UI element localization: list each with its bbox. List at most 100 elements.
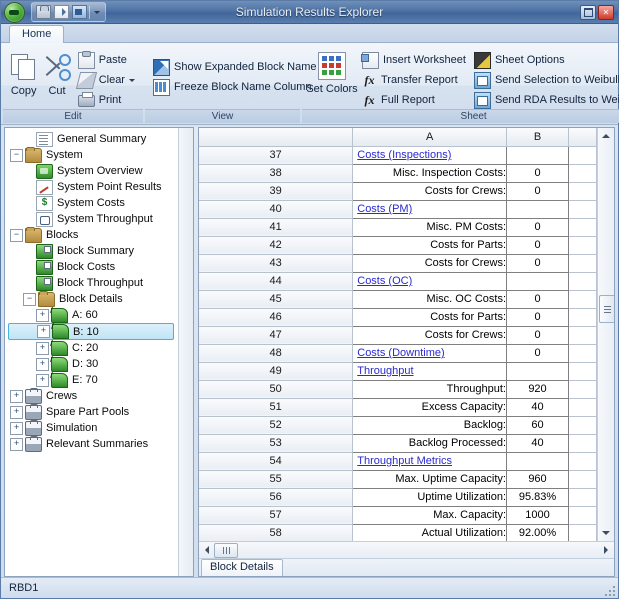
cell-b[interactable]: 0 [506, 218, 569, 237]
restore-button[interactable] [580, 4, 596, 20]
cell-b[interactable] [506, 362, 569, 381]
cell-c[interactable] [568, 506, 597, 525]
cell-a[interactable]: Throughput: [352, 380, 507, 399]
paste-button[interactable]: Paste [74, 50, 139, 69]
transfer-report-button[interactable]: fx Transfer Report [358, 71, 470, 89]
vscroll-thumb[interactable] [598, 295, 614, 323]
row-header[interactable]: 45 [199, 290, 354, 309]
cell-b[interactable]: 40 [506, 398, 569, 417]
spreadsheet-horizontal-scrollbar[interactable] [199, 541, 614, 558]
insert-worksheet-button[interactable]: Insert Worksheet [358, 51, 470, 69]
cell-c[interactable] [568, 326, 597, 345]
copy-button[interactable]: Copy [7, 48, 40, 97]
cell-b[interactable] [506, 272, 569, 291]
cell-c[interactable] [568, 344, 597, 363]
cell-a[interactable]: Misc. Inspection Costs: [352, 164, 507, 183]
cut-button[interactable]: Cut [40, 48, 73, 97]
table-row[interactable]: 44 Costs (OC) [199, 272, 597, 291]
table-row[interactable]: 42 Costs for Parts: 0 [199, 236, 597, 255]
tree-item-a-60[interactable]: + A: 60 [8, 307, 178, 323]
cell-a[interactable]: Excess Capacity: [352, 398, 507, 417]
cell-b[interactable]: 0 [506, 290, 569, 309]
row-header[interactable]: 43 [199, 254, 354, 273]
tree-item-system[interactable]: − System [8, 146, 178, 163]
cell-a[interactable]: Misc. OC Costs: [352, 290, 507, 309]
tree-item-block-costs[interactable]: Block Costs [8, 259, 178, 275]
row-header[interactable]: 51 [199, 398, 354, 417]
cell-c[interactable] [568, 218, 597, 237]
cell-b[interactable]: 0 [506, 254, 569, 273]
column-header-b[interactable]: B [506, 128, 569, 147]
cell-a[interactable]: Backlog: [352, 416, 507, 435]
freeze-block-name-column-button[interactable]: Freeze Block Name Column [149, 78, 320, 96]
table-row[interactable]: 57 Max. Capacity: 1000 [199, 506, 597, 525]
cell-a[interactable]: Misc. PM Costs: [352, 218, 507, 237]
table-row[interactable]: 37 Costs (Inspections) [199, 146, 597, 165]
cell-a[interactable]: Backlog Processed: [352, 434, 507, 453]
cell-b[interactable] [506, 146, 569, 165]
cell-b[interactable]: 0 [506, 182, 569, 201]
collapse-icon[interactable]: − [23, 292, 36, 306]
row-header[interactable]: 52 [199, 416, 354, 435]
full-report-button[interactable]: fx Full Report [358, 91, 470, 109]
row-header[interactable]: 57 [199, 506, 354, 525]
table-row[interactable]: 51 Excess Capacity: 40 [199, 398, 597, 417]
tree-item-spare-part-pools[interactable]: + Spare Part Pools [8, 403, 178, 420]
resize-grip[interactable] [603, 584, 615, 596]
section-link[interactable]: Throughput [357, 365, 413, 377]
cell-b[interactable]: 92.00% [506, 524, 569, 541]
row-header[interactable]: 50 [199, 380, 354, 399]
table-row[interactable]: 45 Misc. OC Costs: 0 [199, 290, 597, 309]
table-row[interactable]: 40 Costs (PM) [199, 200, 597, 219]
section-link[interactable]: Costs (Inspections) [357, 149, 451, 161]
row-header[interactable]: 58 [199, 524, 354, 541]
cell-c[interactable] [568, 308, 597, 327]
cell-a[interactable]: Uptime Utilization: [352, 488, 507, 507]
row-header[interactable]: 39 [199, 182, 354, 201]
cell-a[interactable]: Max. Uptime Capacity: [352, 470, 507, 489]
row-header[interactable]: 55 [199, 470, 354, 489]
table-row[interactable]: 48 Costs (Downtime) 0 [199, 344, 597, 363]
export-button[interactable] [71, 4, 88, 20]
tree-item-crews[interactable]: + Crews [8, 387, 178, 404]
tree-item-simulation[interactable]: + Simulation [8, 419, 178, 436]
tab-home[interactable]: Home [9, 25, 65, 43]
row-header[interactable]: 46 [199, 308, 354, 327]
table-row[interactable]: 46 Costs for Parts: 0 [199, 308, 597, 327]
cell-b[interactable]: 960 [506, 470, 569, 489]
cell-a[interactable]: Costs for Parts: [352, 308, 507, 327]
table-row[interactable]: 43 Costs for Crews: 0 [199, 254, 597, 273]
scroll-down-button[interactable] [599, 526, 614, 541]
collapse-icon[interactable]: − [10, 228, 23, 242]
table-row[interactable]: 55 Max. Uptime Capacity: 960 [199, 470, 597, 489]
cell-c[interactable] [568, 488, 597, 507]
cell-a[interactable]: Costs (PM) [352, 200, 507, 219]
tree-item-relevant-summaries[interactable]: + Relevant Summaries [8, 435, 178, 452]
table-row[interactable]: 38 Misc. Inspection Costs: 0 [199, 164, 597, 183]
table-row[interactable]: 54 Throughput Metrics [199, 452, 597, 471]
show-expanded-block-name-button[interactable]: Show Expanded Block Name [149, 58, 320, 76]
tree-item-system-point-results[interactable]: System Point Results [8, 179, 178, 195]
cell-b[interactable]: 0 [506, 236, 569, 255]
cell-a[interactable]: Actual Utilization: [352, 524, 507, 541]
section-link[interactable]: Throughput Metrics [357, 455, 452, 467]
row-header[interactable]: 41 [199, 218, 354, 237]
send-selection-to-weibull-button[interactable]: Send Selection to Weibull++ [470, 71, 619, 89]
tree-item-system-overview[interactable]: System Overview [8, 163, 178, 179]
set-colors-button[interactable]: Set Colors [306, 48, 358, 95]
cell-c[interactable] [568, 380, 597, 399]
print-button[interactable]: Print [74, 91, 139, 109]
cell-c[interactable] [568, 416, 597, 435]
cell-a[interactable]: Throughput Metrics [352, 452, 507, 471]
column-header-a[interactable]: A [352, 128, 507, 147]
cell-b[interactable]: 40 [506, 434, 569, 453]
tree-item-b-10[interactable]: + B: 10 [8, 323, 174, 340]
tree-item-block-summary[interactable]: Block Summary [8, 243, 178, 259]
cell-c[interactable] [568, 362, 597, 381]
cell-a[interactable]: Throughput [352, 362, 507, 381]
expand-icon[interactable]: + [10, 421, 23, 435]
cell-c[interactable] [568, 398, 597, 417]
tree-item-block-throughput[interactable]: Block Throughput [8, 275, 178, 291]
table-row[interactable]: 56 Uptime Utilization: 95.83% [199, 488, 597, 507]
cell-c[interactable] [568, 434, 597, 453]
